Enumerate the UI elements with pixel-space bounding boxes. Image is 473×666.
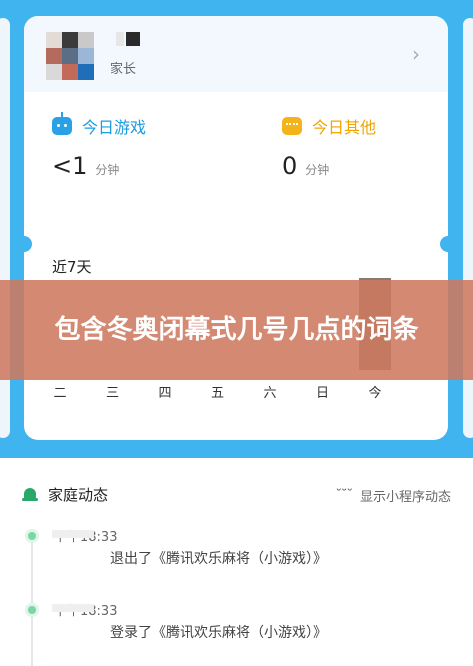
today-games-stat: 今日游戏 <1 分钟: [52, 112, 147, 180]
day-label: 六: [263, 386, 277, 401]
chevron-right-icon[interactable]: ›: [412, 42, 420, 66]
event-time-redaction: [52, 604, 94, 612]
timeline-dot: [28, 606, 36, 614]
show-mini-program-toggle[interactable]: ˘˘˘ 显示小程序动态: [335, 486, 451, 505]
card-notch-right: [440, 236, 456, 252]
eye-closed-icon: ˘˘˘: [335, 488, 352, 503]
banner-text: 包含冬奥闭幕式几号几点的词条: [54, 315, 419, 345]
card-notch-left: [16, 236, 32, 252]
today-games-unit: 分钟: [95, 163, 120, 177]
timeline-dot: [28, 532, 36, 540]
avatar: [46, 32, 94, 80]
show-mini-program-label: 显示小程序动态: [359, 490, 451, 505]
today-other-unit: 分钟: [305, 163, 330, 177]
family-activity-title: 家庭动态: [48, 486, 109, 504]
today-games-value: <1: [52, 152, 88, 180]
event-time-redaction: [52, 530, 94, 538]
today-other-value: 0: [282, 152, 298, 180]
today-other-stat: 今日其他 0 分钟: [282, 114, 376, 180]
child-name-redacted: [110, 32, 150, 48]
bell-icon: [22, 487, 38, 503]
chat-bubble-icon: [282, 117, 302, 135]
today-games-label: 今日游戏: [82, 118, 147, 137]
day-label: 日: [315, 386, 329, 401]
event-text: 登录了《腾讯欢乐麻将（小游戏）》: [110, 625, 327, 641]
day-label: 今: [368, 386, 382, 401]
day-label: 三: [105, 386, 119, 401]
role-label: 家长: [110, 62, 137, 77]
week-day-labels: 二三四五六日今: [24, 382, 448, 402]
day-label: 四: [158, 386, 172, 401]
timeline-line: [31, 536, 33, 666]
today-other-label: 今日其他: [312, 118, 377, 137]
day-label: 五: [210, 386, 224, 401]
event-text: 退出了《腾讯欢乐麻将（小游戏）》: [110, 551, 327, 567]
profile-header[interactable]: 家长 ›: [24, 16, 448, 92]
family-activity-header: 家庭动态: [22, 484, 108, 505]
game-robot-icon: [52, 112, 72, 135]
day-label: 二: [53, 386, 67, 401]
overlay-banner: 包含冬奥闭幕式几号几点的词条: [0, 280, 473, 380]
